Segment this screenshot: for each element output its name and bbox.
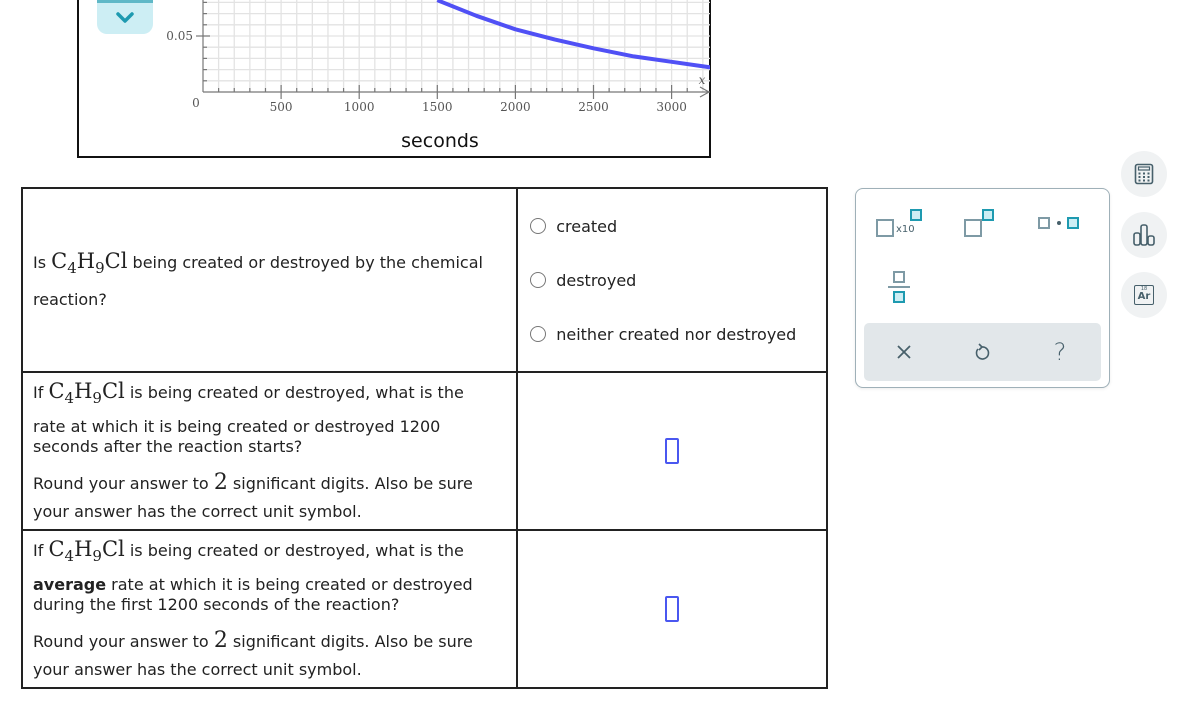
x-tick-label: 2000 (500, 100, 531, 114)
bar-chart-icon (1133, 224, 1155, 246)
option-created[interactable]: created (518, 199, 826, 253)
fraction-button[interactable] (884, 267, 918, 309)
question-prefix: If (33, 541, 44, 560)
question-2: If C4H9Cl is being created or destroyed,… (20, 371, 519, 531)
question-text: is being created or destroyed, what is t… (129, 383, 464, 402)
answer-cell-3 (516, 529, 828, 689)
right-box-icon (1067, 217, 1079, 229)
superscript-button[interactable] (956, 205, 1006, 241)
calculator-button[interactable] (1121, 151, 1167, 197)
series-curve (436, 0, 710, 70)
x-tick-label: 1000 (344, 100, 375, 114)
radio-neither[interactable] (530, 326, 547, 342)
multiplication-dot-button[interactable] (1032, 205, 1092, 241)
question-text: rate at which it is being created or des… (33, 417, 441, 456)
question-1: Is C4H9Cl being created or destroyed by … (20, 187, 519, 373)
table-row: If C4H9Cl is being created or destroyed,… (20, 371, 828, 531)
fraction-bar-icon (888, 286, 910, 288)
left-box-icon (1038, 217, 1050, 229)
scientific-notation-button[interactable]: x10 (870, 205, 930, 241)
answer-input-average-rate[interactable] (665, 596, 680, 622)
chem-formula: C4H9Cl (51, 248, 128, 277)
chevron-down-icon (116, 12, 134, 23)
base-box-icon (964, 219, 982, 237)
numerator-box-icon (893, 271, 905, 283)
x-axis-title: seconds (401, 130, 479, 152)
table-row: If C4H9Cl is being created or destroyed,… (20, 529, 828, 689)
option-destroyed[interactable]: destroyed (518, 253, 826, 307)
option-label: destroyed (556, 270, 637, 290)
exponent-box-icon (910, 209, 922, 221)
x-tick-label: 2500 (578, 100, 609, 114)
option-label: neither created nor destroyed (556, 324, 797, 344)
x-tick-label: 3000 (656, 100, 687, 114)
answer-input-rate[interactable] (665, 438, 680, 464)
question-text: is being created or destroyed, what is t… (129, 541, 464, 560)
periodic-table-icon: 18 Ar (1134, 285, 1154, 305)
rounding-instruction: Round your answer to 2 significant digit… (33, 628, 473, 679)
undo-button[interactable] (952, 323, 1012, 381)
chem-formula: C4H9Cl (48, 379, 125, 407)
origin-label: 0 (192, 96, 200, 110)
option-label: created (556, 216, 618, 236)
option-neither[interactable]: neither created nor destroyed (518, 307, 826, 361)
question-table: Is C4H9Cl being created or destroyed by … (20, 187, 828, 689)
base-box-icon (876, 219, 894, 237)
radio-created[interactable] (530, 218, 547, 234)
clear-button[interactable] (874, 323, 934, 381)
y-tick-label: 0.05 (166, 29, 193, 43)
dot-icon (1057, 221, 1061, 225)
rounding-instruction: Round your answer to 2 significant digit… (33, 470, 473, 521)
close-icon (897, 345, 911, 359)
x-tick-label: 1500 (422, 100, 453, 114)
chem-formula: C4H9Cl (48, 537, 125, 565)
table-row: Is C4H9Cl being created or destroyed by … (20, 187, 828, 373)
collapse-graph-button[interactable] (97, 0, 153, 34)
answer-cell-1: created destroyed neither created nor de… (516, 187, 828, 373)
help-button[interactable]: ? (1030, 323, 1090, 381)
x-tick-label: 500 (270, 100, 293, 114)
data-button[interactable] (1121, 212, 1167, 258)
undo-icon (975, 343, 990, 360)
x10-label: x10 (896, 224, 915, 235)
question-prefix: If (33, 383, 44, 402)
x-variable-label: x (699, 73, 706, 87)
radio-destroyed[interactable] (530, 272, 547, 288)
palette-footer: ? (864, 323, 1101, 381)
help-icon: ? (1053, 338, 1067, 366)
question-prefix: Is (33, 252, 47, 272)
denominator-box-icon (893, 291, 905, 303)
periodic-table-button[interactable]: 18 Ar (1121, 272, 1167, 318)
exponent-box-icon (982, 209, 994, 221)
question-text: average rate at which it is being create… (33, 575, 473, 614)
math-palette: x10 ? (855, 188, 1110, 388)
calculator-icon (1134, 163, 1154, 185)
answer-cell-2 (516, 371, 828, 531)
question-3: If C4H9Cl is being created or destroyed,… (20, 529, 519, 689)
